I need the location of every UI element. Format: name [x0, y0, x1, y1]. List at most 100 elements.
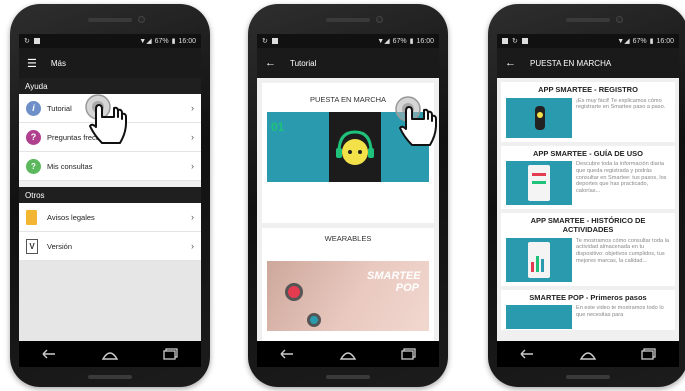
card-title: WEARABLES — [324, 234, 372, 243]
tap-hand-icon — [394, 95, 444, 151]
hamburger-menu-icon[interactable]: ☰ — [27, 57, 37, 70]
app-bar: ← PUESTA EN MARCHA — [497, 48, 679, 78]
menu-item-label: Tutorial — [47, 103, 72, 113]
bottom-speaker — [88, 375, 132, 379]
battery-percent: 67% — [392, 37, 407, 45]
face-icon — [537, 111, 543, 118]
battery-icon: ▮ — [171, 38, 176, 45]
chevron-right-icon: › — [191, 241, 194, 251]
phone-menu: ↻ ▼◢ 67% ▮ 16:00 ☰ Más Ayuda i Tutorial … — [10, 4, 210, 387]
info-icon: i — [26, 100, 41, 116]
battery-percent: 67% — [632, 37, 647, 45]
back-icon[interactable] — [39, 347, 59, 361]
video-title: APP SMARTEE - GUÍA DE USO — [532, 148, 643, 158]
page-title: PUESTA EN MARCHA — [530, 58, 612, 68]
home-icon[interactable] — [100, 347, 120, 361]
version-icon: V — [26, 238, 38, 254]
signal-icon: ▼◢ — [139, 38, 152, 45]
app-bar: ☰ Más — [19, 48, 201, 78]
page-title: Tutorial — [290, 58, 317, 68]
video-item-registro[interactable]: APP SMARTEE - REGISTRO ¡Es muy fácil! Te… — [501, 82, 675, 142]
recents-icon[interactable] — [161, 347, 181, 361]
front-camera — [138, 16, 145, 23]
home-icon[interactable] — [338, 347, 358, 361]
video-item-historico[interactable]: APP SMARTEE - HISTÓRICO DE ACTIVIDADES T… — [501, 213, 675, 286]
bar-icon — [531, 261, 534, 272]
screen-menu: ↻ ▼◢ 67% ▮ 16:00 ☰ Más Ayuda i Tutorial … — [19, 34, 201, 367]
menu-item-label: Versión — [47, 241, 73, 251]
band-device-icon — [285, 283, 303, 301]
video-item-smartee-pop[interactable]: SMARTEE POP - Primeros pasos En este vid… — [501, 289, 675, 330]
tap-hand-icon — [84, 93, 134, 149]
notification-icon — [271, 38, 278, 44]
menu-item-label: Mis consultas — [47, 161, 93, 171]
status-bar: ↻ ▼◢ 67% ▮ 16:00 — [497, 34, 679, 48]
bar-icon — [532, 181, 546, 185]
phone-puesta-en-marcha: ↻ ▼◢ 67% ▮ 16:00 ← PUESTA EN MARCHA APP … — [488, 4, 685, 387]
video-description: ¡Es muy fácil! Te explicamos cómo regist… — [576, 97, 666, 111]
back-icon[interactable] — [277, 347, 297, 361]
bottom-speaker — [566, 375, 610, 379]
system-nav-bar — [497, 341, 679, 367]
status-bar: ↻ ▼◢ 67% ▮ 16:00 — [257, 34, 439, 48]
menu-item-label: Avisos legales — [47, 212, 95, 222]
video-thumbnail — [506, 161, 572, 206]
band-device-icon — [535, 105, 545, 130]
document-icon — [26, 209, 37, 225]
sync-icon: ↻ — [512, 38, 518, 45]
section-header-ayuda: Ayuda — [19, 78, 201, 94]
system-nav-bar — [19, 341, 201, 367]
video-thumbnail — [506, 237, 572, 282]
menu-item-consultas[interactable]: ? Mis consultas › — [19, 152, 201, 181]
bottom-speaker — [326, 375, 370, 379]
page-title: Más — [50, 58, 66, 68]
video-thumbnail — [506, 97, 572, 138]
tutorial-card-wearables[interactable]: WEARABLES SMARTEE POP — [262, 228, 434, 348]
video-thumbnail — [506, 305, 572, 330]
recents-icon[interactable] — [639, 347, 659, 361]
chevron-right-icon: › — [191, 103, 194, 113]
chevron-right-icon: › — [191, 132, 194, 142]
sync-icon: ↻ — [262, 38, 268, 45]
band-device-icon — [307, 313, 321, 327]
bar-icon — [536, 255, 539, 272]
section-header-otros: Otros — [19, 187, 201, 203]
status-bar: ↻ ▼◢ 67% ▮ 16:00 — [19, 34, 201, 48]
phone-screen-icon — [528, 241, 550, 278]
back-icon[interactable] — [517, 347, 537, 361]
video-item-guia-de-uso[interactable]: APP SMARTEE - GUÍA DE USO Descubre toda … — [501, 145, 675, 210]
video-title: APP SMARTEE - HISTÓRICO DE ACTIVIDADES — [530, 216, 646, 234]
video-description: En este video te mostramos todo lo que n… — [576, 305, 664, 318]
earpiece — [326, 18, 370, 22]
menu-list-otros: Avisos legales › V Versión › — [19, 203, 201, 261]
back-arrow-icon[interactable]: ← — [265, 57, 276, 69]
slide-number: 01 — [271, 120, 285, 134]
phone-tutorial: ↻ ▼◢ 67% ▮ 16:00 ← Tutorial PUESTA EN MA… — [248, 4, 448, 387]
chevron-right-icon: › — [191, 161, 194, 171]
signal-icon: ▼◢ — [617, 38, 630, 45]
system-nav-bar — [257, 341, 439, 367]
bar-icon — [532, 173, 546, 177]
menu-item-version[interactable]: V Versión › — [19, 232, 201, 261]
bar-icon — [541, 258, 544, 272]
recents-icon[interactable] — [399, 347, 419, 361]
screen-tutorial: ↻ ▼◢ 67% ▮ 16:00 ← Tutorial PUESTA EN MA… — [257, 34, 439, 367]
front-camera — [616, 16, 623, 23]
notification-icon — [521, 38, 528, 44]
back-arrow-icon[interactable]: ← — [505, 57, 516, 69]
screen-puesta-en-marcha: ↻ ▼◢ 67% ▮ 16:00 ← PUESTA EN MARCHA APP … — [497, 34, 679, 367]
app-bar: ← Tutorial — [257, 48, 439, 78]
menu-item-avisos-legales[interactable]: Avisos legales › — [19, 203, 201, 232]
video-description: Descubre toda la información diaria que … — [576, 161, 667, 195]
sync-icon: ↻ — [24, 38, 30, 45]
clock: 16:00 — [656, 37, 674, 45]
chevron-right-icon: › — [191, 212, 194, 222]
video-title: APP SMARTEE - REGISTRO — [538, 85, 638, 94]
notification-icon — [502, 38, 508, 44]
video-still — [329, 112, 381, 182]
home-icon[interactable] — [578, 347, 598, 361]
front-camera — [376, 16, 383, 23]
battery-icon: ▮ — [649, 38, 654, 45]
battery-percent: 67% — [154, 37, 169, 45]
question-icon: ? — [26, 129, 41, 145]
